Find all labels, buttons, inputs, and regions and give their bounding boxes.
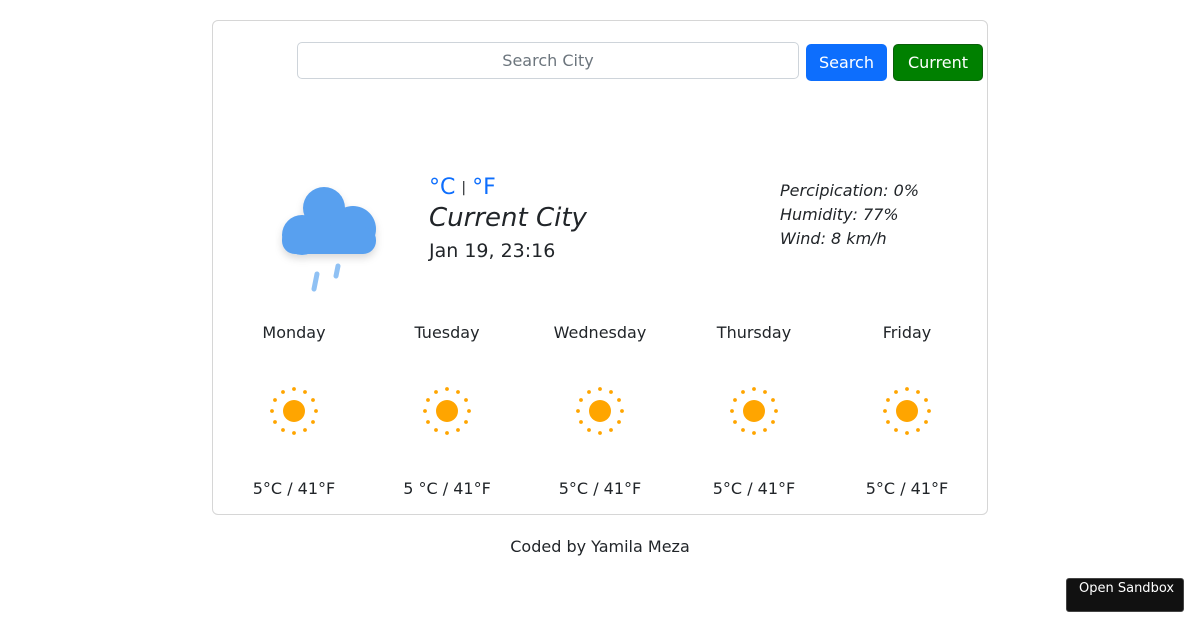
current-location-button[interactable]: Current xyxy=(893,44,983,81)
forecast-day: Tuesday 5 °C / 41°F xyxy=(372,321,522,501)
forecast-day-name: Friday xyxy=(882,323,932,342)
forecast-day: Thursday 5°C / 41°F xyxy=(679,321,829,501)
sun-icon xyxy=(423,387,471,435)
unit-separator: | xyxy=(461,180,467,196)
humidity-text: Humidity: 77% xyxy=(780,205,899,224)
author-link[interactable]: Coded by Yamila Meza xyxy=(510,537,690,556)
precipitation-text: Percipication: 0% xyxy=(780,181,920,200)
search-button[interactable]: Search xyxy=(806,44,887,81)
forecast-day-name: Tuesday xyxy=(414,323,480,342)
forecast-temp: 5°C / 41°F xyxy=(865,479,949,498)
weather-card: Search Current °C | °F Current City Jan 19… xyxy=(212,20,988,515)
sun-icon xyxy=(730,387,778,435)
fahrenheit-link[interactable]: °F xyxy=(472,175,496,200)
forecast-temp: 5 °C / 41°F xyxy=(403,479,491,498)
search-city-input[interactable] xyxy=(297,42,799,79)
open-sandbox-button[interactable]: Open Sandbox xyxy=(1066,578,1184,612)
forecast-day: Friday 5°C / 41°F xyxy=(832,321,982,501)
weather-details: Percipication: 0% Humidity: 77% Wind: 8 … xyxy=(780,179,919,251)
current-date: Jan 19, 23:16 xyxy=(429,240,556,262)
forecast-day-name: Monday xyxy=(262,323,326,342)
forecast-day: Monday 5°C / 41°F xyxy=(219,321,369,501)
sun-icon xyxy=(576,387,624,435)
forecast-temp: 5°C / 41°F xyxy=(558,479,642,498)
forecast-day-name: Thursday xyxy=(716,323,792,342)
forecast-day-name: Wednesday xyxy=(553,323,647,342)
sun-icon xyxy=(883,387,931,435)
forecast-temp: 5°C / 41°F xyxy=(252,479,336,498)
rain-cloud-icon xyxy=(282,187,376,292)
celsius-link[interactable]: °C xyxy=(429,175,455,200)
unit-toggle: °C | °F xyxy=(429,175,496,200)
wind-text: Wind: 8 km/h xyxy=(780,229,887,248)
city-name: Current City xyxy=(429,203,587,233)
forecast-temp: 5°C / 41°F xyxy=(712,479,796,498)
footer-credit: Coded by Yamila Meza xyxy=(0,537,1200,556)
sun-icon xyxy=(270,387,318,435)
forecast-day: Wednesday 5°C / 41°F xyxy=(525,321,675,501)
